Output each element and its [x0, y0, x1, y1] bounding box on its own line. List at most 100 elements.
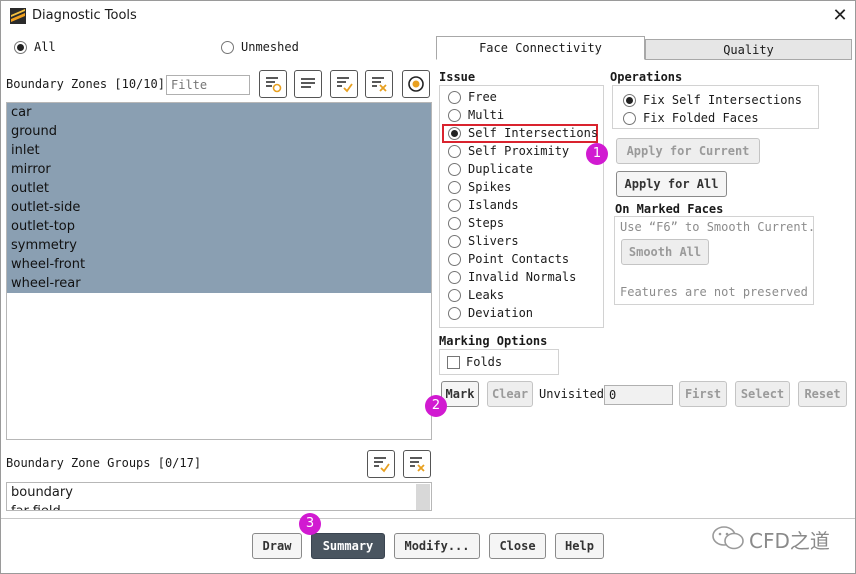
issue-group	[439, 85, 604, 328]
select-button[interactable]: Select	[735, 381, 790, 407]
marking-options-heading: Marking Options	[439, 334, 548, 348]
select-all-icon	[337, 77, 353, 93]
all-radio-label: All	[34, 40, 56, 54]
apply-for-current-button[interactable]: Apply for Current	[616, 138, 760, 164]
folds-checkbox[interactable]	[447, 356, 460, 369]
list-filter-icon	[266, 77, 282, 93]
deselect-all-icon	[410, 457, 425, 472]
select-all-icon	[374, 457, 390, 473]
annotation-badge-3: 3	[299, 513, 321, 535]
issue-radio-self-proximity[interactable]	[448, 145, 461, 158]
clear-button[interactable]: Clear	[487, 381, 533, 407]
zone-item[interactable]: wheel-front	[7, 255, 431, 274]
group-item[interactable]: boundary	[7, 483, 431, 502]
all-radio[interactable]	[14, 41, 27, 54]
tab-face-connectivity[interactable]: Face Connectivity	[436, 36, 645, 60]
fix-self-intersections-radio[interactable]	[623, 94, 636, 107]
unmeshed-radio-label: Unmeshed	[241, 40, 299, 54]
issue-label: Spikes	[468, 180, 512, 194]
issue-label: Multi	[468, 108, 505, 122]
close-icon[interactable]: ✕	[827, 4, 853, 28]
zone-item[interactable]: inlet	[7, 141, 431, 160]
issue-label: Steps	[468, 216, 505, 230]
smooth-all-button[interactable]: Smooth All	[621, 239, 709, 265]
zone-item[interactable]: mirror	[7, 160, 431, 179]
watermark-text: CFD之道	[749, 529, 830, 553]
issue-label: Self Proximity	[468, 144, 570, 158]
issue-label: Free	[468, 90, 497, 104]
deselect-all-icon	[372, 77, 387, 92]
folds-label: Folds	[466, 355, 503, 369]
zone-item[interactable]: car	[7, 103, 431, 122]
operation-label: Fix Self Intersections	[643, 93, 802, 107]
boundary-zone-groups-label: Boundary Zone Groups [0/17]	[6, 456, 202, 470]
fix-folded-faces-radio[interactable]	[623, 112, 636, 125]
summary-button[interactable]: Summary	[311, 533, 385, 559]
issue-radio-islands[interactable]	[448, 199, 461, 212]
zone-item[interactable]: outlet	[7, 179, 431, 198]
issue-label: Self Intersections	[468, 126, 599, 140]
issue-radio-point-contacts[interactable]	[448, 253, 461, 266]
deselect-all-groups-button[interactable]	[403, 450, 431, 478]
zone-item[interactable]: wheel-rear	[7, 274, 431, 293]
zone-item[interactable]: outlet-top	[7, 217, 431, 236]
smooth-hint-text: Use “F6” to Smooth Current.	[620, 220, 816, 234]
issue-heading: Issue	[439, 70, 476, 84]
issue-radio-spikes[interactable]	[448, 181, 461, 194]
zone-item[interactable]: outlet-side	[7, 198, 431, 217]
operations-heading: Operations	[610, 70, 683, 84]
window-title: Diagnostic Tools	[32, 8, 137, 23]
sort-zones-button[interactable]	[259, 70, 287, 98]
issue-label: Duplicate	[468, 162, 534, 176]
draw-zones-button[interactable]	[402, 70, 430, 98]
issue-radio-self-intersections[interactable]	[448, 127, 461, 140]
apply-for-all-button[interactable]: Apply for All	[616, 171, 727, 197]
issue-radio-leaks[interactable]	[448, 289, 461, 302]
zone-item[interactable]: symmetry	[7, 236, 431, 255]
issue-label: Slivers	[468, 234, 519, 248]
issue-radio-multi[interactable]	[448, 109, 461, 122]
draw-button[interactable]: Draw	[252, 533, 302, 559]
issue-radio-invalid-normals[interactable]	[448, 271, 461, 284]
target-icon	[408, 76, 424, 92]
operation-label: Fix Folded Faces	[643, 111, 759, 125]
tab-quality[interactable]: Quality	[645, 39, 852, 60]
unmeshed-radio[interactable]	[221, 41, 234, 54]
deselect-all-zones-button[interactable]	[365, 70, 393, 98]
first-button[interactable]: First	[679, 381, 727, 407]
select-all-zones-button[interactable]	[330, 70, 358, 98]
reset-button[interactable]: Reset	[798, 381, 847, 407]
annotation-badge-2: 2	[425, 395, 447, 417]
issue-radio-free[interactable]	[448, 91, 461, 104]
select-all-groups-button[interactable]	[367, 450, 395, 478]
issue-radio-duplicate[interactable]	[448, 163, 461, 176]
features-note-text: Features are not preserved	[620, 285, 808, 299]
wechat-icon	[712, 526, 744, 550]
app-icon	[10, 8, 26, 24]
diagnostic-tools-window: Diagnostic Tools ✕ All Unmeshed Boundary…	[0, 0, 856, 574]
unvisited-label: Unvisited	[539, 387, 605, 401]
list-view-button[interactable]	[294, 70, 322, 98]
issue-radio-steps[interactable]	[448, 217, 461, 230]
annotation-badge-1: 1	[586, 143, 608, 165]
boundary-zone-groups-list[interactable]: boundary far-field	[6, 482, 432, 511]
group-item[interactable]: far-field	[7, 502, 431, 510]
groups-scrollbar[interactable]	[416, 484, 430, 510]
boundary-zones-label: Boundary Zones [10/10]	[6, 77, 165, 91]
help-button[interactable]: Help	[555, 533, 604, 559]
title-bar: Diagnostic Tools ✕	[1, 1, 855, 31]
on-marked-faces-heading: On Marked Faces	[615, 202, 724, 216]
issue-radio-deviation[interactable]	[448, 307, 461, 320]
boundary-zones-filter-input[interactable]	[166, 75, 250, 95]
unvisited-count-field: 0	[604, 385, 673, 405]
boundary-zones-list[interactable]: car ground inlet mirror outlet outlet-si…	[6, 102, 432, 440]
modify-button[interactable]: Modify...	[394, 533, 480, 559]
list-icon	[301, 78, 315, 88]
close-button[interactable]: Close	[489, 533, 546, 559]
issue-label: Deviation	[468, 306, 534, 320]
issue-radio-slivers[interactable]	[448, 235, 461, 248]
footer-separator	[1, 518, 855, 519]
issue-label: Invalid Normals	[468, 270, 577, 284]
zone-item[interactable]: ground	[7, 122, 431, 141]
issue-label: Islands	[468, 198, 519, 212]
